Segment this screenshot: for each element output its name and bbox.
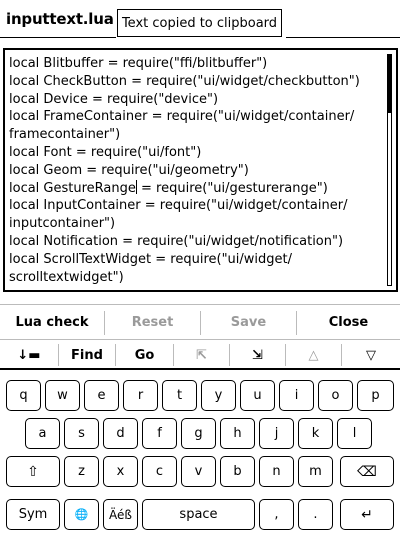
key-o[interactable]: o bbox=[318, 380, 353, 411]
virtual-keyboard: q w e r t y u i o p a s d f g h j k l ⇧ … bbox=[0, 368, 400, 540]
shift-key[interactable]: ⇧ bbox=[6, 456, 60, 487]
key-v[interactable]: v bbox=[181, 456, 216, 487]
key-y[interactable]: y bbox=[201, 380, 236, 411]
key-q[interactable]: q bbox=[6, 380, 41, 411]
backspace-key[interactable]: ⌫ bbox=[340, 456, 394, 487]
key-x[interactable]: x bbox=[103, 456, 138, 487]
title-divider-left bbox=[0, 37, 116, 38]
editor-line: local Geom = require("ui/geometry") bbox=[9, 162, 249, 178]
key-a[interactable]: a bbox=[25, 418, 60, 449]
accents-key[interactable]: Äéß bbox=[103, 499, 138, 530]
editor-line-end: = require("ui/gesturerange") bbox=[136, 180, 328, 196]
page-down-button[interactable]: ▽ bbox=[342, 340, 400, 370]
key-c[interactable]: c bbox=[142, 456, 177, 487]
period-key[interactable]: . bbox=[298, 499, 333, 530]
comma-key[interactable]: , bbox=[259, 499, 294, 530]
clipboard-notification: Text copied to clipboard bbox=[117, 9, 282, 37]
editor-scrollbar-thumb[interactable] bbox=[388, 55, 391, 113]
key-m[interactable]: m bbox=[298, 456, 333, 487]
editor-line: scrolltextwidget") bbox=[9, 269, 124, 285]
go-button[interactable]: Go bbox=[116, 340, 173, 370]
save-button[interactable]: Save bbox=[201, 305, 296, 339]
editor-line: local ScrollTextWidget = require("ui/wid… bbox=[9, 251, 293, 267]
action-button-row: Lua check Reset Save Close bbox=[0, 304, 400, 338]
key-f[interactable]: f bbox=[142, 418, 177, 449]
key-g[interactable]: g bbox=[181, 418, 216, 449]
editor-line: local Font = require("ui/font") bbox=[9, 144, 202, 160]
dialog-title: inputtext.lua bbox=[6, 10, 114, 28]
key-i[interactable]: i bbox=[279, 380, 314, 411]
keyboard-toggle-button[interactable]: ↓▬ bbox=[0, 340, 58, 370]
find-button[interactable]: Find bbox=[59, 340, 115, 370]
editor-line: local InputContainer = require("ui/widge… bbox=[9, 198, 348, 214]
editor-line: local FrameContainer = require("ui/widge… bbox=[9, 109, 355, 125]
key-s[interactable]: s bbox=[64, 418, 99, 449]
editor-scrollbar[interactable] bbox=[387, 54, 392, 286]
close-button[interactable]: Close bbox=[297, 305, 400, 339]
editor-line: local Notification = require("ui/widget/… bbox=[9, 233, 344, 249]
key-z[interactable]: z bbox=[64, 456, 99, 487]
page-up-button[interactable]: △ bbox=[286, 340, 341, 370]
title-divider-right bbox=[286, 37, 400, 38]
text-editor[interactable]: local Blitbuffer = require("ffi/blitbuff… bbox=[3, 48, 398, 292]
space-key[interactable]: space bbox=[142, 499, 255, 530]
editor-line: local CheckButton = require("ui/widget/c… bbox=[9, 73, 360, 89]
editor-line: inputcontainer") bbox=[9, 216, 116, 232]
editor-line: local Device = require("device") bbox=[9, 91, 219, 107]
editor-line: local Blitbuffer = require("ffi/blitbuff… bbox=[9, 56, 268, 71]
key-b[interactable]: b bbox=[220, 456, 255, 487]
globe-key[interactable]: 🌐 bbox=[64, 499, 99, 530]
key-t[interactable]: t bbox=[162, 380, 197, 411]
key-d[interactable]: d bbox=[103, 418, 138, 449]
enter-key[interactable]: ↵ bbox=[340, 499, 394, 530]
key-u[interactable]: u bbox=[240, 380, 275, 411]
editor-line-start: local GestureRange bbox=[9, 180, 136, 196]
navigation-button-row: ↓▬ Find Go ⇱ ⇲ △ ▽ bbox=[0, 339, 400, 369]
key-w[interactable]: w bbox=[45, 380, 80, 411]
key-l[interactable]: l bbox=[337, 418, 372, 449]
go-to-start-button[interactable]: ⇱ bbox=[174, 340, 229, 370]
key-k[interactable]: k bbox=[298, 418, 333, 449]
reset-button[interactable]: Reset bbox=[105, 305, 200, 339]
key-r[interactable]: r bbox=[123, 380, 158, 411]
editor-line: framecontainer") bbox=[9, 127, 121, 143]
key-h[interactable]: h bbox=[220, 418, 255, 449]
editor-content[interactable]: local Blitbuffer = require("ffi/blitbuff… bbox=[9, 55, 382, 286]
go-to-end-button[interactable]: ⇲ bbox=[230, 340, 285, 370]
key-n[interactable]: n bbox=[259, 456, 294, 487]
title-bar: inputtext.lua Text copied to clipboard bbox=[0, 0, 400, 44]
key-p[interactable]: p bbox=[357, 380, 394, 411]
key-e[interactable]: e bbox=[84, 380, 119, 411]
key-j[interactable]: j bbox=[259, 418, 294, 449]
editor-line-caret: local GestureRange = require("ui/gesture… bbox=[9, 179, 382, 198]
lua-check-button[interactable]: Lua check bbox=[0, 305, 104, 339]
sym-key[interactable]: Sym bbox=[6, 499, 60, 530]
